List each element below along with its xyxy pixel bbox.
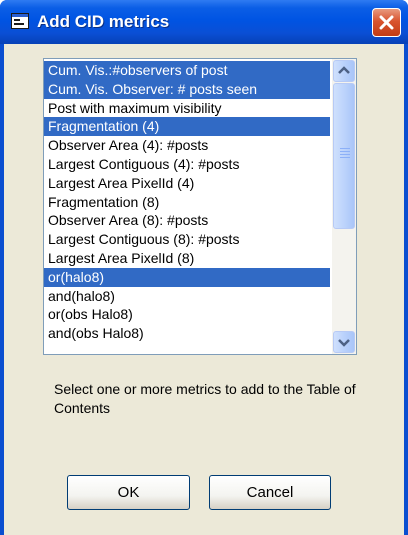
- scroll-up-button[interactable]: [333, 60, 355, 82]
- chevron-up-icon: [338, 66, 350, 74]
- ok-button[interactable]: OK: [67, 475, 190, 510]
- vertical-scrollbar[interactable]: [332, 59, 356, 354]
- cancel-button[interactable]: Cancel: [209, 475, 331, 510]
- list-item[interactable]: and(obs Halo8): [44, 324, 330, 343]
- list-item[interactable]: Largest Contiguous (4): #posts: [44, 155, 330, 174]
- list-item[interactable]: Cum. Vis.:#observers of post: [44, 61, 330, 80]
- window-icon: [11, 13, 29, 29]
- list-item[interactable]: Largest Contiguous (8): #posts: [44, 230, 330, 249]
- scrollbar-thumb[interactable]: [333, 83, 355, 229]
- list-item[interactable]: Observer Area (8): #posts: [44, 211, 330, 230]
- list-item[interactable]: and(halo8): [44, 287, 330, 306]
- dialog-window: Add CID metrics Cum. Vis.:#observers of …: [0, 0, 408, 535]
- list-item[interactable]: or(obs Halo8): [44, 305, 330, 324]
- list-item[interactable]: Cum. Vis. Observer: # posts seen: [44, 79, 330, 99]
- scroll-down-button[interactable]: [333, 331, 355, 353]
- close-icon: [379, 15, 394, 30]
- title-bar[interactable]: Add CID metrics: [0, 0, 408, 44]
- list-item[interactable]: Fragmentation (4): [44, 117, 330, 137]
- list-item[interactable]: Largest Area PixelId (4): [44, 174, 330, 193]
- close-button[interactable]: [372, 8, 401, 37]
- dialog-body: Cum. Vis.:#observers of post Cum. Vis. Ob…: [4, 44, 404, 535]
- list-item[interactable]: Fragmentation (8): [44, 193, 330, 212]
- window-title: Add CID metrics: [37, 12, 170, 31]
- metrics-list: Cum. Vis.:#observers of post Cum. Vis. Ob…: [44, 61, 330, 343]
- metrics-listbox[interactable]: Cum. Vis.:#observers of post Cum. Vis. Ob…: [43, 58, 357, 355]
- instruction-text: Select one or more metrics to add to the…: [54, 381, 356, 416]
- chevron-down-icon: [338, 339, 350, 347]
- list-item[interactable]: Observer Area (4): #posts: [44, 136, 330, 155]
- list-item[interactable]: Largest Area PixelId (8): [44, 249, 330, 268]
- list-item[interactable]: Post with maximum visibility: [44, 99, 330, 118]
- list-item[interactable]: or(halo8): [44, 267, 330, 287]
